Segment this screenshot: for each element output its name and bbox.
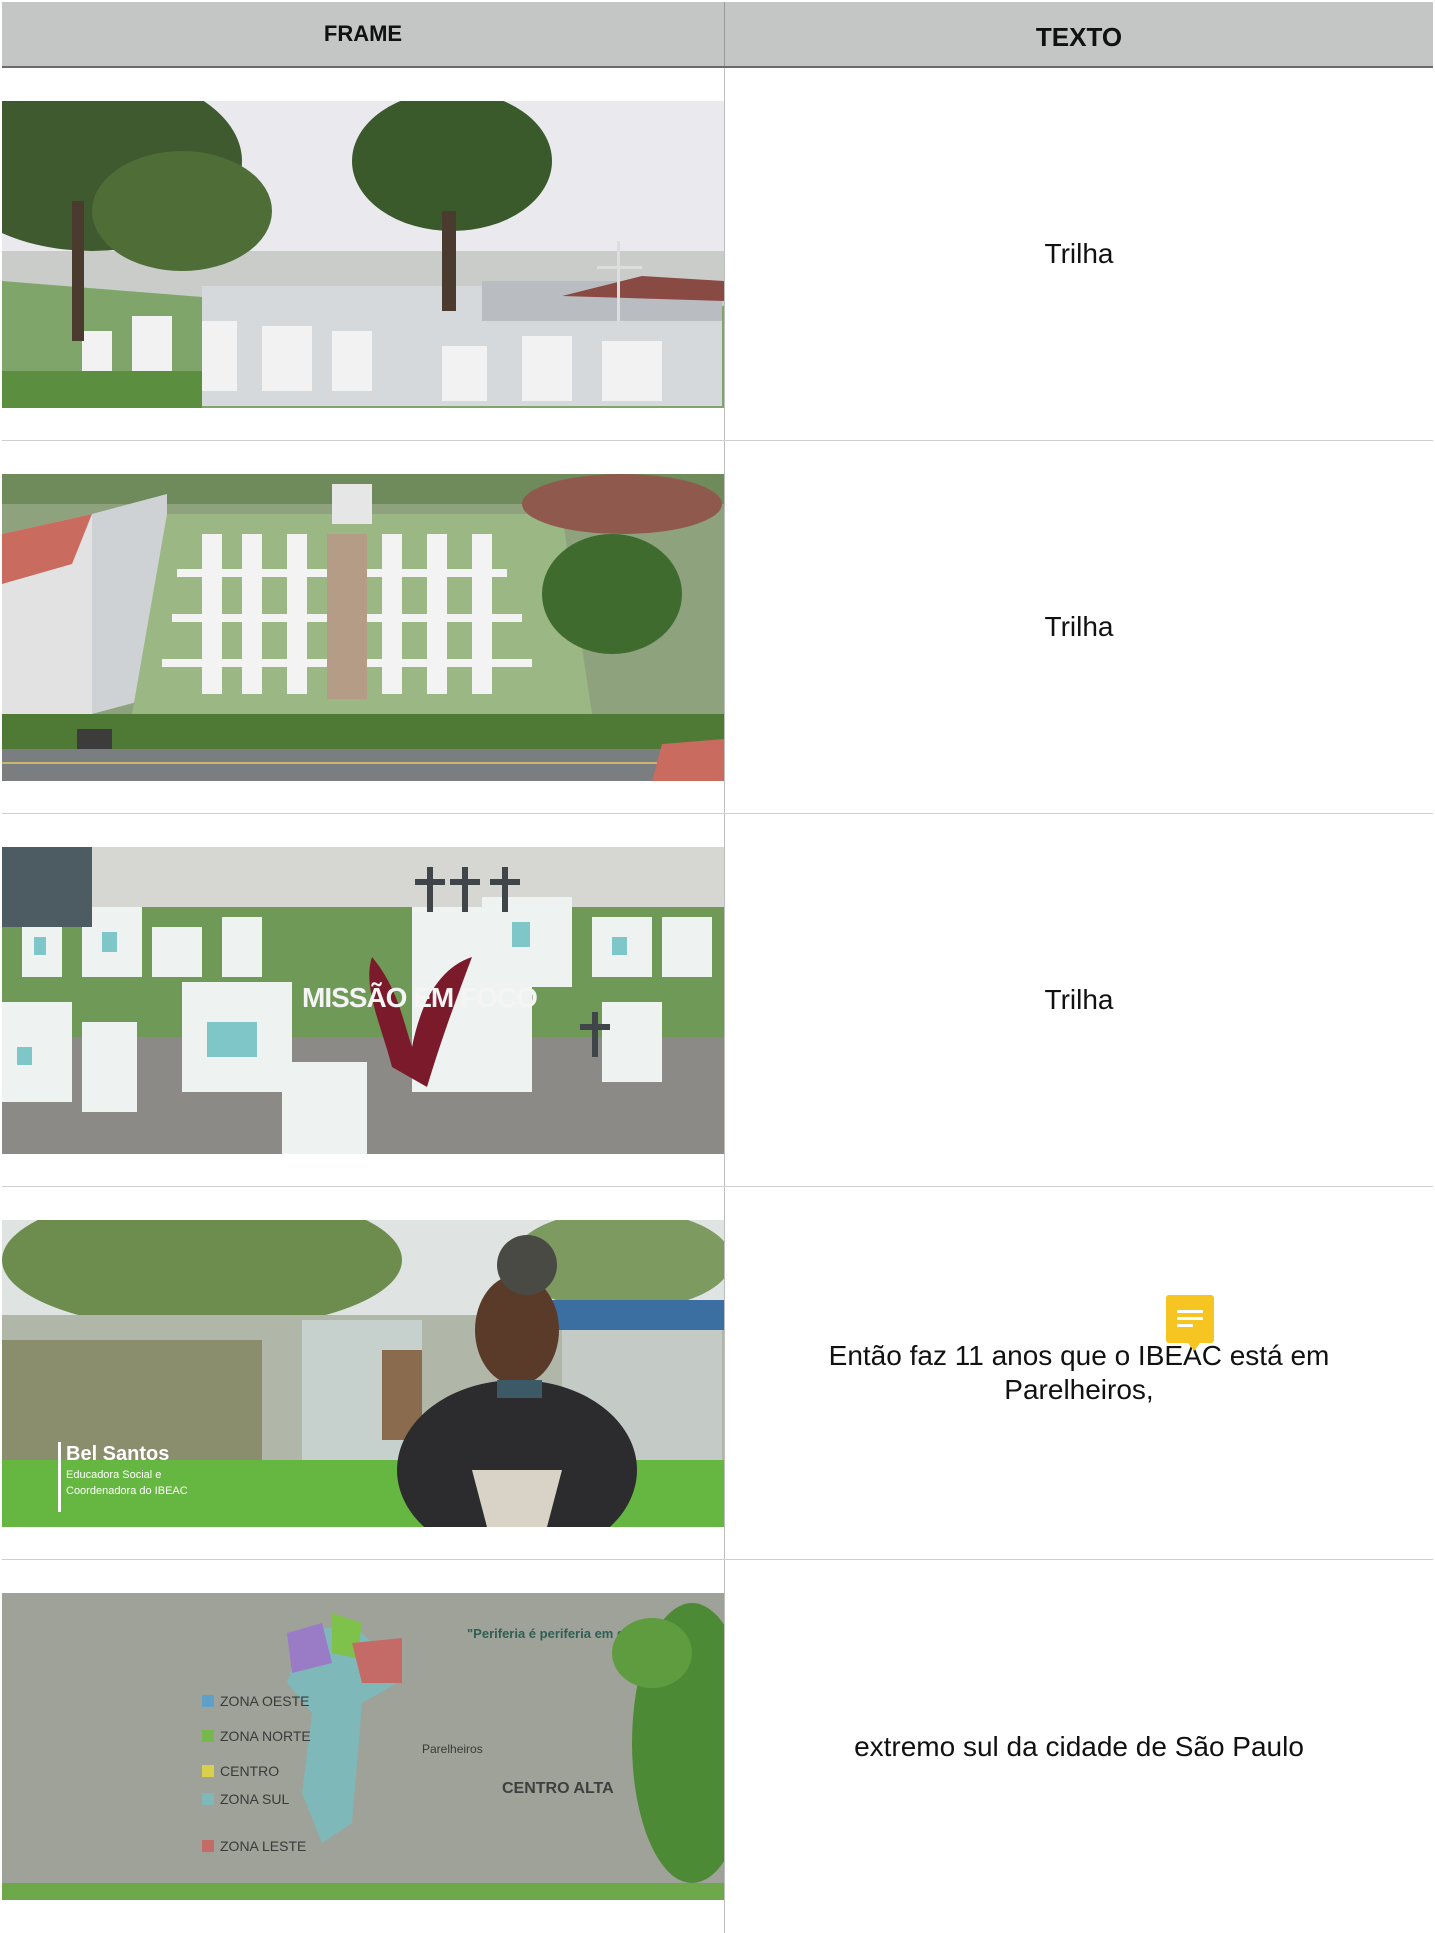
mural-place: Parelheiros — [422, 1742, 483, 1756]
frame-thumbnail: MISSÃO EM FOCO — [2, 847, 724, 1154]
texto-cell: Trilha — [1044, 611, 1114, 642]
column-header-texto: TEXTO — [1035, 21, 1123, 52]
lower-third-role-2: Coordenadora do IBEAC — [66, 1485, 188, 1497]
table-row: Bel Santos Educadora Social e Coordenado… — [2, 1187, 1433, 1560]
mural-legend-item: ZONA NORTE — [220, 1728, 311, 1744]
mural-legend-item: ZONA SUL — [220, 1791, 289, 1807]
lower-third-name: Bel Santos — [66, 1443, 169, 1465]
frame-thumbnail — [2, 101, 724, 408]
frame-cell: MISSÃO EM FOCO — [2, 814, 724, 1186]
frame-cell — [2, 68, 724, 440]
table-row: Trilha — [2, 441, 1433, 814]
texto-cell: extremo sul da cidade de São Paulo — [854, 1730, 1304, 1762]
frame-cell: Bel Santos Educadora Social e Coordenado… — [2, 1187, 724, 1559]
table-row: MISSÃO EM FOCO Trilha — [2, 814, 1433, 1187]
lower-third-role-1: Educadora Social e — [66, 1469, 161, 1481]
texto-text: Então faz 11 anos que o IBEAC está em Pa… — [828, 1340, 1330, 1405]
overlay-title: MISSÃO EM FOCO — [302, 982, 537, 1013]
mural-legend-item: ZONA LESTE — [220, 1838, 306, 1854]
frame-thumbnail — [2, 474, 724, 781]
texto-cell: Trilha — [1044, 984, 1114, 1015]
table-row: Trilha — [2, 68, 1433, 441]
frame-thumbnail: Bel Santos Educadora Social e Coordenado… — [2, 1220, 724, 1527]
mural-legend-item: CENTRO — [220, 1763, 279, 1779]
texto-cell: Então faz 11 anos que o IBEAC está em Pa… — [725, 1187, 1433, 1559]
frame-cell — [2, 441, 724, 813]
frame-cell: ZONA OESTE ZONA NORTE CENTRO ZONA SUL ZO… — [2, 1560, 724, 1933]
comment-icon[interactable] — [1166, 1295, 1214, 1351]
table-header: FRAME TEXTO — [2, 2, 1433, 68]
column-header-frame: FRAME — [323, 21, 403, 46]
mural-logo: CENTRO ALTA — [502, 1780, 614, 1797]
frame-thumbnail: ZONA OESTE ZONA NORTE CENTRO ZONA SUL ZO… — [2, 1593, 724, 1900]
mural-legend-item: ZONA OESTE — [220, 1693, 309, 1709]
table-row: ZONA OESTE ZONA NORTE CENTRO ZONA SUL ZO… — [2, 1560, 1433, 1933]
texto-cell: Trilha — [1044, 238, 1114, 269]
